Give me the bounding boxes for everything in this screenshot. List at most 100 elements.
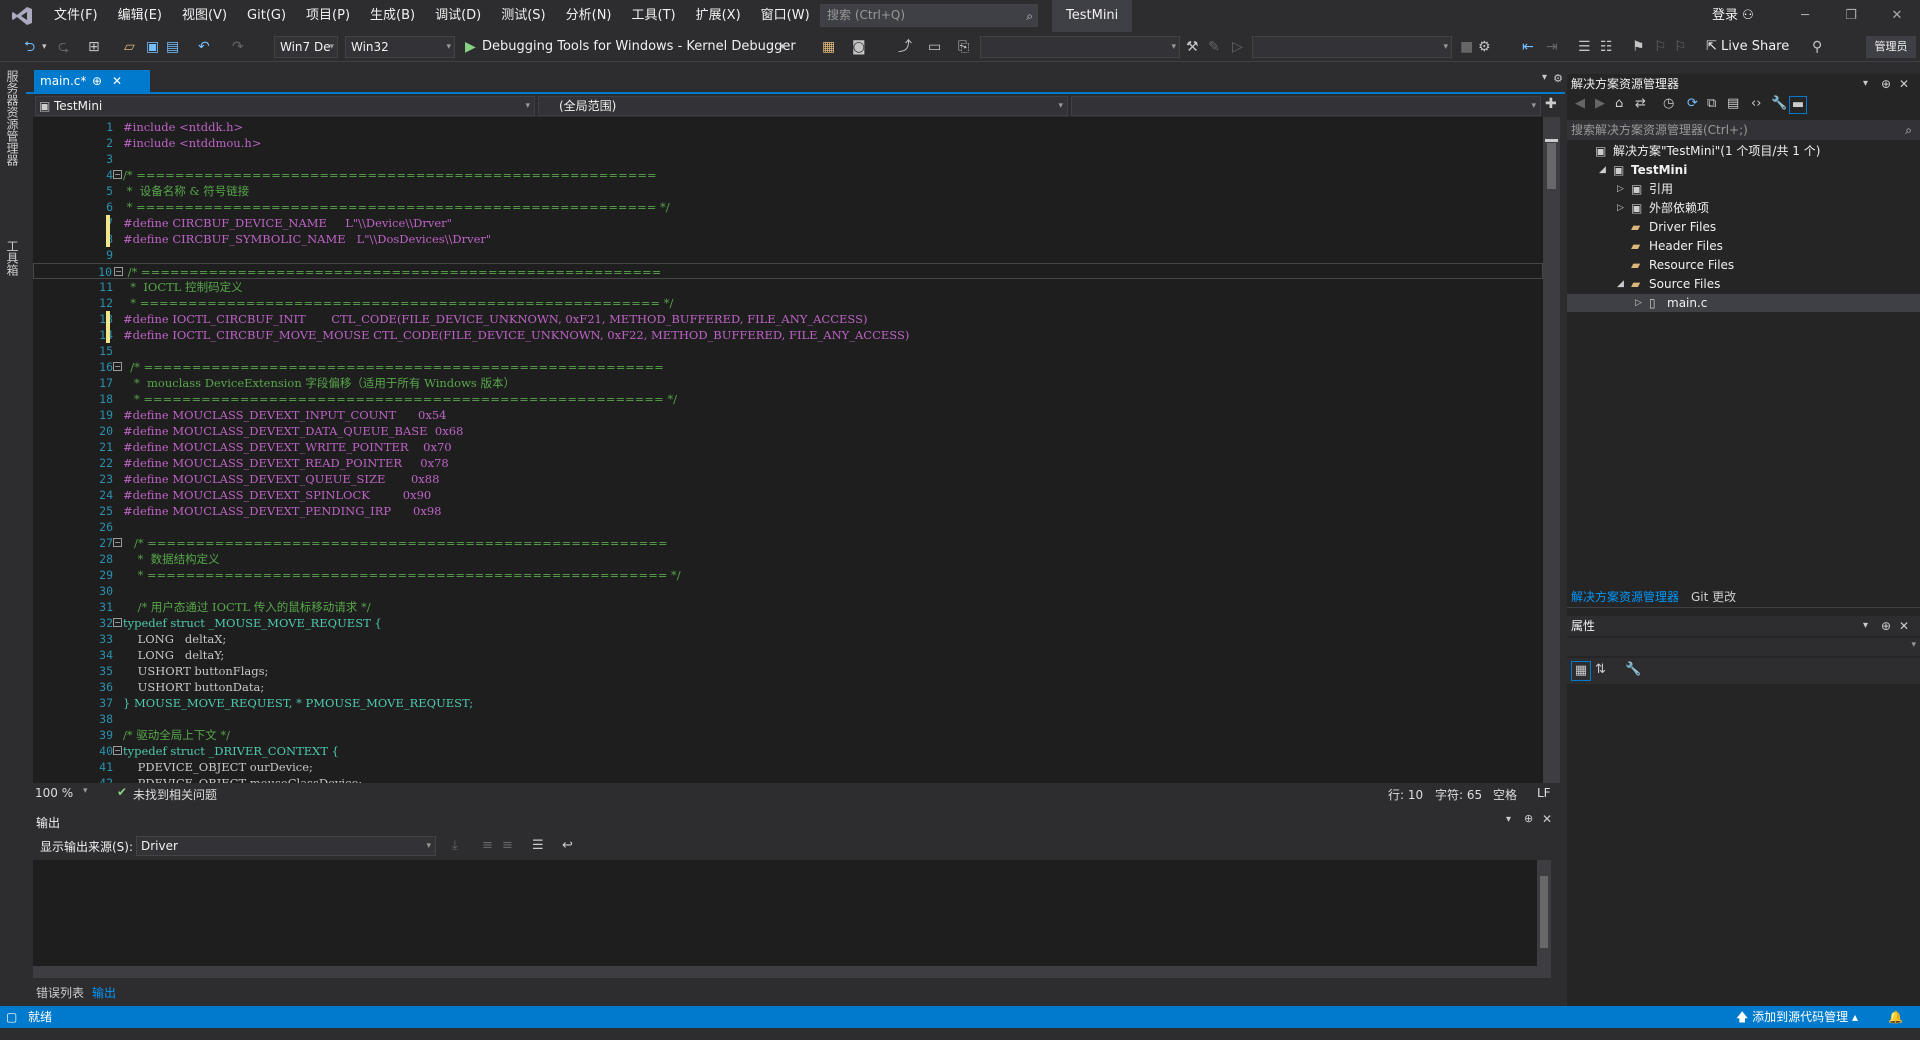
prev-bookmark-icon[interactable]: ⚐ — [1654, 36, 1667, 58]
whitespace-indicator[interactable]: 空格 — [1493, 786, 1517, 803]
close-window-button[interactable]: ✕ — [1874, 0, 1920, 32]
code-line[interactable]: 40 typedef struct _DRIVER_CONTEXT {− — [33, 743, 1543, 759]
properties-object-dropdown[interactable]: ▾ — [1567, 638, 1920, 656]
code-line[interactable]: 25 #define MOUCLASS_DEVEXT_PENDING_IRP 0x… — [33, 503, 1543, 519]
code-line[interactable]: 28 * 数据结构定义 — [33, 551, 1543, 567]
config-dropdown[interactable]: Win7 De ▾ — [274, 36, 338, 58]
code-line[interactable]: 32 typedef struct _MOUSE_MOVE_REQUEST {− — [33, 615, 1543, 631]
code-line[interactable]: 10 /* ==================================… — [33, 263, 1543, 279]
find-dropdown[interactable]: ▾ — [1252, 36, 1452, 58]
code-line[interactable]: 17 * mouclass DeviceExtension 字段偏移（适用于所有… — [33, 375, 1543, 391]
find-message-icon[interactable]: ⤓ — [452, 838, 458, 853]
code-line[interactable]: 21 #define MOUCLASS_DEVEXT_WRITE_POINTER … — [33, 439, 1543, 455]
code-line[interactable]: 2 #include <ntddmou.h> — [33, 135, 1543, 151]
comment-icon[interactable]: ▭ — [928, 36, 941, 58]
code-line[interactable]: 9 — [33, 247, 1543, 263]
debugger-button[interactable]: Debugging Tools for Windows - Kernel Deb… — [482, 36, 796, 58]
output-scrollbar[interactable] — [1537, 860, 1551, 966]
code-line[interactable]: 23 #define MOUCLASS_DEVEXT_QUEUE_SIZE 0x8… — [33, 471, 1543, 487]
minimize-button[interactable]: ─ — [1782, 0, 1828, 32]
settings-gear-icon[interactable]: ⚙ — [1553, 72, 1563, 85]
fold-toggle-icon[interactable]: − — [113, 618, 122, 627]
code-line[interactable]: 29 * ===================================… — [33, 567, 1543, 583]
output-text-area[interactable] — [33, 860, 1551, 966]
tab-solution-explorer[interactable]: 解决方案资源管理器 — [1571, 586, 1679, 608]
code-line[interactable]: 36 USHORT buttonData; — [33, 679, 1543, 695]
home-icon[interactable]: ⌂ — [1615, 96, 1623, 111]
live-share-button[interactable]: ⇱ Live Share — [1706, 36, 1789, 58]
issues-status[interactable]: 未找到相关问题 — [133, 786, 217, 803]
code-line[interactable]: 31 /* 用户态通过 IOCTL 传入的鼠标移动请求 */ — [33, 599, 1543, 615]
code-line[interactable]: 19 #define MOUCLASS_DEVEXT_INPUT_COUNT 0x… — [33, 407, 1543, 423]
start-debug-icon[interactable]: ▶ — [465, 36, 476, 58]
fold-toggle-icon[interactable]: − — [113, 538, 122, 547]
close-panel-icon[interactable]: ✕ — [1899, 74, 1909, 94]
server-explorer-tab[interactable]: 服务器资源管理器 — [4, 70, 21, 166]
save-icon[interactable]: ▣ — [146, 36, 159, 58]
code-line[interactable]: 13#define IOCTL_CIRCBUF_INIT CTL_CODE(FI… — [33, 311, 1543, 327]
code-editor[interactable]: 1 #include <ntddk.h> 2 #include <ntddmou.h>… — [33, 117, 1543, 783]
output-hscrollbar[interactable] — [33, 966, 1551, 978]
next-bookmark-icon[interactable]: ⚐ — [1674, 36, 1687, 58]
code-line[interactable]: 22 #define MOUCLASS_DEVEXT_READ_POINTER 0… — [33, 455, 1543, 471]
uncomment-lines-icon[interactable]: ☷ — [1600, 36, 1613, 58]
member-dropdown[interactable]: ▾ — [1071, 96, 1541, 116]
fold-toggle-icon[interactable]: − — [113, 170, 122, 179]
code-line[interactable]: 3 — [33, 151, 1543, 167]
pin-icon[interactable]: ⊕ — [92, 70, 102, 92]
code-line[interactable]: 41 PDEVICE_OBJECT ourDevice; — [33, 759, 1543, 775]
code-line[interactable]: 8#define CIRCBUF_SYMBOLIC_NAME L"\\DosDe… — [33, 231, 1543, 247]
code-line[interactable]: 14#define IOCTL_CIRCBUF_MOVE_MOUSE CTL_C… — [33, 327, 1543, 343]
back-icon[interactable]: ⮌ — [24, 36, 35, 58]
tab-error-list[interactable]: 错误列表 — [36, 984, 84, 1001]
code-line[interactable]: 39 /* 驱动全局上下文 */ — [33, 727, 1543, 743]
comment-lines-icon[interactable]: ☰ — [1578, 36, 1591, 58]
sync-icon[interactable]: ⟳ — [1687, 96, 1698, 111]
zoom-level[interactable]: 100 % — [35, 786, 73, 800]
forward-icon[interactable]: ▶ — [1595, 96, 1605, 111]
code-line[interactable]: 7#define CIRCBUF_DEVICE_NAME L"\\Device\… — [33, 215, 1543, 231]
step-icon[interactable]: ⤴ — [898, 36, 912, 58]
notifications-bell-icon[interactable]: 🔔 — [1888, 1006, 1903, 1028]
source-control-button[interactable]: 🡅 添加到源代码管理 ▴ — [1736, 1006, 1858, 1028]
restore-button[interactable]: ❐ — [1828, 0, 1874, 32]
forward-icon[interactable]: ⮎ — [58, 36, 69, 58]
stop-icon[interactable]: ■ — [1460, 36, 1473, 58]
bookmark-tool-icon[interactable]: ⎘ — [958, 36, 969, 58]
menu-item[interactable]: 工具(T) — [622, 0, 686, 32]
tab-overflow-icon[interactable]: ▾ — [1542, 72, 1547, 83]
undo-icon[interactable]: ↶ — [198, 36, 210, 58]
expand-arrow-icon[interactable]: ▷ — [1617, 199, 1624, 217]
browser-icon[interactable]: ▦ — [822, 36, 835, 58]
preview-icon[interactable]: ▬ — [1789, 96, 1807, 114]
collapse-all-icon[interactable]: ⧉ — [1707, 96, 1716, 111]
fold-toggle-icon[interactable]: − — [113, 746, 122, 755]
prev-message-icon[interactable]: ≡ — [482, 838, 493, 853]
categorized-icon[interactable]: ▦ — [1571, 661, 1591, 681]
tree-item[interactable]: ▷ ▣ 引用 — [1567, 180, 1920, 198]
outdent-icon[interactable]: ⇥ — [1546, 36, 1558, 58]
code-line[interactable]: 1 #include <ntddk.h> — [33, 119, 1543, 135]
properties-wrench-icon[interactable]: 🔧 — [1771, 96, 1787, 111]
tree-item[interactable]: ▰ Header Files — [1567, 237, 1920, 255]
code-line[interactable]: 16 /* ==================================… — [33, 359, 1543, 375]
menu-item[interactable]: 窗口(W) — [751, 0, 820, 32]
indent-icon[interactable]: ⇤ — [1522, 36, 1534, 58]
code-line[interactable]: 37} MOUSE_MOVE_REQUEST, * PMOUSE_MOVE_RE… — [33, 695, 1543, 711]
fold-toggle-icon[interactable]: − — [113, 362, 122, 371]
new-project-icon[interactable]: ⊞ — [88, 36, 100, 58]
output-source-dropdown[interactable]: Driver ▾ — [136, 836, 436, 856]
code-line[interactable]: 24 #define MOUCLASS_DEVEXT_SPINLOCK 0x90 — [33, 487, 1543, 503]
word-wrap-icon[interactable]: ↩ — [562, 838, 573, 853]
screenshot-icon[interactable]: ◙ — [852, 36, 866, 58]
code-line[interactable]: 6 * ====================================… — [33, 199, 1543, 215]
code-line[interactable]: 33 LONG deltaX; — [33, 631, 1543, 647]
pin-panel-icon[interactable]: ⊕ — [1881, 616, 1891, 636]
bookmark-icon[interactable]: ⚑ — [1632, 36, 1645, 58]
view-code-icon[interactable]: ‹› — [1751, 96, 1761, 111]
tree-item[interactable]: ▣ 解决方案"TestMini"(1 个项目/共 1 个) — [1567, 142, 1920, 160]
back-dropdown-icon[interactable]: ▾ — [42, 36, 47, 58]
platform-dropdown[interactable]: Win32 ▾ — [345, 36, 455, 58]
build-icon[interactable]: ⚒ — [1186, 36, 1199, 58]
visual-studio-icon[interactable] — [0, 0, 44, 32]
